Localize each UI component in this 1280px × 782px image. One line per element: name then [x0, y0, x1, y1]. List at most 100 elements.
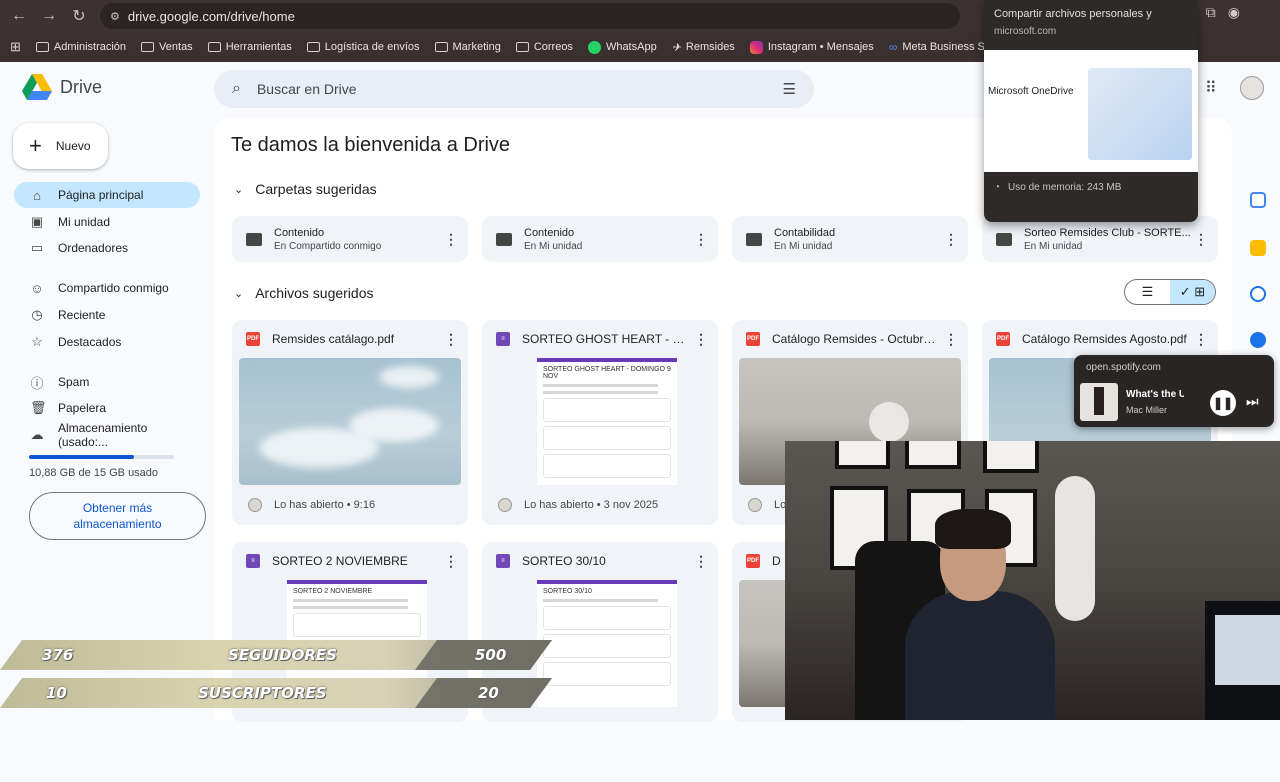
file-card[interactable]: ≡ SORTEO GHOST HEART - DOM... ⋮ SORTEO GHO…: [482, 320, 718, 525]
new-button[interactable]: + Nuevo: [13, 123, 108, 169]
nav-starred[interactable]: ☆ Destacados: [14, 329, 200, 355]
folder-card[interactable]: Contenido En Compartido conmigo ⋮: [232, 216, 468, 262]
followers-counter: 376 SEGUIDORES 500: [0, 640, 552, 670]
plus-icon: +: [29, 133, 42, 158]
pdf-icon: PDF: [246, 332, 260, 346]
site-info-icon[interactable]: ⚙: [110, 10, 120, 23]
view-toggle[interactable]: ☰ ✓ ⊞: [1124, 279, 1216, 305]
folder-card[interactable]: Contenido En Mi unidad ⋮: [482, 216, 718, 262]
file-thumbnail: SORTEO GHOST HEART - DOMINGO 9 NOV: [489, 358, 711, 485]
folder-icon: [515, 42, 529, 52]
avatar: [748, 498, 762, 512]
list-view-icon[interactable]: ☰: [1125, 280, 1170, 304]
bookmark-herramientas[interactable]: Herramientas: [207, 41, 292, 53]
more-options-icon[interactable]: ⋮: [944, 231, 958, 248]
search-icon[interactable]: ⌕: [232, 80, 241, 98]
form-icon: ≡: [246, 554, 260, 568]
bookmark-logistica[interactable]: Logística de envíos: [306, 41, 420, 53]
avatar: [498, 498, 512, 512]
nav-recent[interactable]: ◷ Reciente: [14, 302, 200, 328]
folder-icon: [306, 42, 320, 52]
folder-icon: [207, 42, 221, 52]
computer-icon: ▭: [30, 240, 44, 255]
nav-shared[interactable]: ☺ Compartido conmigo: [14, 275, 200, 301]
more-options-icon[interactable]: ⋮: [694, 331, 708, 348]
grid-view-icon[interactable]: ✓ ⊞: [1170, 280, 1215, 304]
meta-icon: ∞: [888, 40, 898, 54]
chevron-down-icon[interactable]: ⌄: [234, 287, 243, 300]
preview-title: Compartir archivos personales y: [994, 8, 1152, 20]
star-icon: ☆: [31, 334, 43, 349]
subscribers-counter: 10 SUSCRIPTORES 20: [0, 678, 552, 708]
webcam-overlay: [785, 441, 1280, 720]
contacts-icon[interactable]: [1250, 332, 1266, 348]
get-more-storage-button[interactable]: Obtener más almacenamiento: [29, 492, 206, 540]
shared-folder-icon: [246, 232, 262, 246]
tasks-icon[interactable]: [1250, 286, 1266, 302]
clock-icon: ◷: [31, 307, 43, 322]
suggested-folders-header[interactable]: ⌄ Carpetas sugeridas: [234, 181, 377, 197]
more-options-icon[interactable]: ⋮: [944, 331, 958, 348]
more-options-icon[interactable]: ⋮: [694, 553, 708, 570]
remsides-icon: ✈: [671, 41, 681, 54]
more-options-icon[interactable]: ⋮: [444, 553, 458, 570]
memory-icon: ◔: [994, 182, 1001, 193]
folder-icon: [496, 232, 512, 246]
bookmark-correos[interactable]: Correos: [515, 41, 573, 53]
storage-progress: [29, 455, 174, 459]
folder-icon: [996, 232, 1012, 246]
nav-storage[interactable]: ☁ Almacenamiento (usado:...: [14, 421, 200, 449]
more-options-icon[interactable]: ⋮: [444, 231, 458, 248]
forward-icon[interactable]: →: [34, 7, 64, 25]
account-avatar[interactable]: [1240, 76, 1264, 100]
album-cover: [1080, 383, 1118, 421]
reload-icon[interactable]: ↻: [64, 6, 94, 26]
address-bar[interactable]: ⚙ drive.google.com/drive/home: [100, 3, 960, 29]
more-options-icon[interactable]: ⋮: [1194, 331, 1208, 348]
folder-card[interactable]: Sorteo Remsides Club - SORTE... En Mi uni…: [982, 216, 1218, 262]
file-thumbnail: [239, 358, 461, 485]
nav-spam[interactable]: ⓘ Spam: [14, 369, 200, 395]
folder-icon: [35, 42, 49, 52]
chevron-down-icon[interactable]: ⌄: [234, 183, 243, 196]
nav-home[interactable]: ⌂ Página principal: [14, 182, 200, 208]
drive-logo[interactable]: Drive: [22, 74, 102, 101]
more-options-icon[interactable]: ⋮: [694, 231, 708, 248]
file-card[interactable]: PDF Remsides catálago.pdf ⋮ Lo has abierto…: [232, 320, 468, 525]
folder-card[interactable]: Contabilidad En Mi unidad ⋮: [732, 216, 968, 262]
apps-icon[interactable]: ⠿: [1205, 78, 1217, 98]
form-icon: ≡: [496, 554, 510, 568]
more-options-icon[interactable]: ⋮: [444, 331, 458, 348]
page-title: Te damos la bienvenida a Drive: [231, 134, 511, 156]
calendar-icon[interactable]: [1250, 192, 1266, 208]
extensions-icon[interactable]: ⧉: [1206, 4, 1216, 21]
song-title: What's the U: [1126, 389, 1184, 400]
bookmark-marketing[interactable]: Marketing: [434, 41, 501, 53]
apps-grid-icon[interactable]: ⊞: [10, 39, 21, 55]
folder-icon: [141, 42, 155, 52]
cloud-icon: ☁: [30, 427, 44, 442]
bookmark-administracion[interactable]: Administración: [35, 41, 126, 53]
drive-title: Drive: [60, 77, 103, 97]
profile-icon[interactable]: ◉: [1228, 4, 1240, 21]
url-text: drive.google.com/drive/home: [127, 8, 295, 24]
new-button-label: Nuevo: [55, 139, 91, 153]
keep-icon[interactable]: [1250, 240, 1266, 256]
more-options-icon[interactable]: ⋮: [1194, 231, 1208, 248]
search-input[interactable]: Buscar en Drive: [257, 81, 783, 97]
filter-options-icon[interactable]: ☰: [783, 80, 796, 98]
bookmark-instagram[interactable]: Instagram • Mensajes: [749, 40, 874, 54]
nav-trash[interactable]: 🗑 Papelera: [14, 395, 200, 421]
back-icon[interactable]: ←: [4, 7, 34, 25]
suggested-files-header[interactable]: ⌄ Archivos sugeridos: [234, 285, 374, 301]
nav-computers[interactable]: ▭ Ordenadores: [14, 235, 200, 261]
next-track-icon[interactable]: ⏭: [1246, 393, 1259, 410]
search-bar[interactable]: ⌕ Buscar en Drive ☰: [214, 70, 814, 108]
bookmark-remsides[interactable]: ✈ Remsides: [672, 41, 735, 54]
bookmark-whatsapp[interactable]: WhatsApp: [587, 40, 657, 54]
media-player-popup[interactable]: open.spotify.com What's the U Mac Miller…: [1074, 355, 1274, 427]
nav-my-drive[interactable]: ▣ Mi unidad: [14, 209, 200, 235]
pause-icon[interactable]: ❚❚: [1210, 390, 1236, 416]
bookmark-ventas[interactable]: Ventas: [141, 41, 193, 53]
form-icon: ≡: [496, 332, 510, 346]
